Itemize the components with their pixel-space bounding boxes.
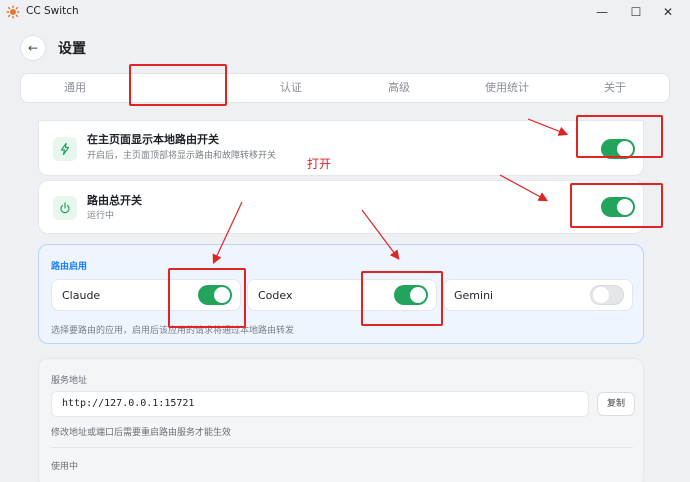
tab-auth[interactable]: 认证 (237, 74, 345, 102)
maximize-button[interactable]: ☐ (624, 3, 648, 21)
toggle-knob (593, 287, 609, 303)
app-name: Claude (62, 289, 101, 302)
lan-switch-title: 在主页面显示本地路由开关 (87, 133, 219, 146)
lightning-icon (53, 137, 77, 161)
page-title: 设置 (58, 41, 86, 57)
annotation-box-routing-tab (129, 64, 227, 106)
annotation-open-label: 打开 (307, 157, 332, 171)
annotation-box-lan-toggle (576, 115, 663, 158)
service-status-label: 使用中 (51, 462, 79, 472)
annotation-box-codex-toggle (361, 271, 443, 326)
app-name: Gemini (454, 289, 494, 302)
close-button[interactable]: ✕ (656, 3, 680, 21)
arrow-left-icon: ← (27, 41, 39, 55)
lan-switch-subtitle: 开启后，主页面顶部将显示路由和故障转移开关 (87, 151, 277, 161)
service-address-label: 服务地址 (51, 376, 88, 386)
tab-about[interactable]: 关于 (561, 74, 669, 102)
annotation-box-proxy-toggle (570, 183, 663, 228)
app-logo-icon (6, 5, 20, 19)
proxy-switch-status: 运行中 (87, 211, 115, 221)
tab-advanced[interactable]: 高级 (345, 74, 453, 102)
window-title: CC Switch (26, 5, 79, 17)
app-name: Codex (258, 289, 293, 302)
service-address-field[interactable]: http://127.0.0.1:15721 (51, 391, 589, 417)
proxy-switch-card: 路由总开关 运行中 (38, 180, 644, 234)
title-bar: CC Switch — ☐ ✕ (0, 0, 690, 24)
gemini-route-toggle[interactable] (590, 285, 624, 305)
settings-content: 在主页面显示本地路由开关 开启后，主页面顶部将显示路由和故障转移开关 路由总开关… (24, 108, 668, 482)
service-address-hint: 修改地址或端口后需要重启路由服务才能生效 (51, 428, 232, 438)
service-address-panel: 服务地址 http://127.0.0.1:15721 复制 修改地址或端口后需… (38, 358, 644, 482)
tab-general[interactable]: 通用 (21, 74, 129, 102)
lan-switch-card: 在主页面显示本地路由开关 开启后，主页面顶部将显示路由和故障转移开关 (38, 120, 644, 176)
proxy-switch-title: 路由总开关 (87, 194, 142, 207)
tab-usage-stats[interactable]: 使用统计 (453, 74, 561, 102)
annotation-box-claude-toggle (168, 268, 246, 328)
minimize-button[interactable]: — (590, 3, 614, 21)
settings-tabs: 通用 路由 认证 高级 使用统计 关于 (20, 73, 670, 103)
divider (51, 447, 633, 448)
copy-button[interactable]: 复制 (597, 392, 635, 416)
back-button[interactable]: ← (20, 35, 46, 61)
app-item-gemini: Gemini (443, 279, 633, 311)
routing-panel-title: 路由启用 (51, 262, 88, 272)
routing-apps-panel: 路由启用 Claude Codex Gemini 选择要路由的应用，启用后该应用… (38, 244, 644, 344)
power-icon (53, 196, 77, 220)
